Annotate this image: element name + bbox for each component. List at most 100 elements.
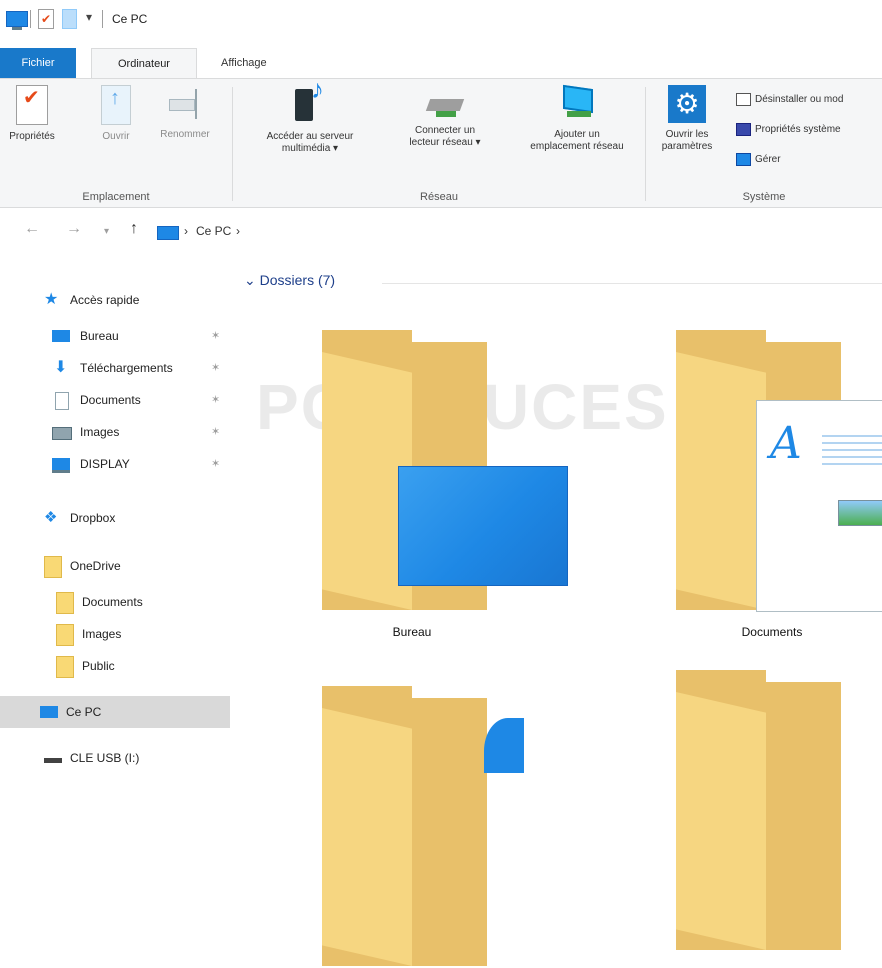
properties-quick-icon[interactable]: ✔ — [38, 9, 54, 29]
sidebar-item-label: Documents — [82, 595, 143, 609]
sidebar-item-label: Dropbox — [70, 511, 116, 525]
folder-front — [322, 708, 412, 966]
open-icon — [101, 85, 131, 125]
uninstall-program-button[interactable]: Désinstaller ou mod — [736, 93, 843, 106]
tab-computer[interactable]: Ordinateur — [91, 48, 197, 78]
sidebar-item-onedrive-public[interactable]: Public — [0, 650, 230, 682]
folder-name[interactable]: Bureau — [362, 625, 462, 639]
folder-item-downloads[interactable] — [322, 686, 492, 968]
sidebar-item-label: Public — [82, 659, 115, 673]
media-server-label-2: multimédia ▾ — [281, 143, 339, 154]
breadcrumb-this-pc[interactable]: Ce PC — [196, 224, 231, 238]
network-location-icon — [557, 85, 597, 123]
ribbon-tabs: Fichier Ordinateur Affichage — [0, 42, 882, 78]
sidebar-item-label: Documents — [80, 393, 141, 407]
add-location-label-1: Ajouter un — [554, 129, 600, 140]
sidebar-item-downloads[interactable]: ⬇ Téléchargements ✶ — [0, 352, 230, 384]
map-drive-label-1: Connecter un — [414, 125, 476, 136]
sidebar-item-label: DISPLAY — [80, 457, 130, 471]
download-icon: ⬇ — [54, 359, 68, 376]
map-network-drive-button[interactable]: Connecter un lecteur réseau ▾ — [383, 85, 507, 149]
tab-view[interactable]: Affichage — [209, 48, 287, 78]
chevron-down-icon: ⌄ — [244, 272, 260, 288]
pin-icon[interactable]: ✶ — [211, 425, 220, 438]
network-group-label: Réseau — [420, 191, 458, 203]
sidebar-item-label: OneDrive — [70, 559, 121, 573]
rename-icon — [167, 85, 203, 123]
display-icon — [52, 458, 70, 473]
sidebar-item-onedrive-images[interactable]: Images — [0, 618, 230, 650]
sidebar-item-label: Téléchargements — [80, 361, 173, 375]
dropbox-icon: ❖ — [44, 509, 58, 526]
add-network-location-button[interactable]: Ajouter un emplacement réseau — [511, 85, 643, 153]
map-drive-label-2: lecteur réseau ▾ — [409, 137, 481, 148]
sidebar-item-label: Images — [82, 627, 122, 641]
sidebar-item-label: Accès rapide — [70, 293, 140, 307]
breadcrumb-separator[interactable]: › — [184, 224, 188, 238]
location-group: Propriétés Ouvrir Renommer Emplacement — [0, 79, 232, 207]
sidebar-item-onedrive-documents[interactable]: Documents — [0, 586, 230, 618]
settings-gear-icon: ⚙ — [668, 85, 706, 123]
up-arrow-icon[interactable]: ↑ — [130, 220, 138, 238]
sidebar-item-display[interactable]: DISPLAY ✶ — [0, 448, 230, 480]
divider — [102, 10, 103, 28]
open-button[interactable]: Ouvrir — [92, 85, 140, 143]
navigation-pane: ★ Accès rapide Bureau ✶ ⬇ Téléchargement… — [0, 252, 234, 773]
back-arrow-icon[interactable]: ← — [24, 220, 40, 238]
system-properties-button[interactable]: Propriétés système — [736, 123, 841, 136]
folder-front — [676, 352, 766, 610]
settings-label-1: Ouvrir les — [665, 129, 709, 140]
folder-front — [676, 692, 766, 950]
open-settings-button[interactable]: ⚙ Ouvrir les paramètres — [646, 85, 728, 153]
recent-dropdown-icon[interactable]: ▾ — [104, 226, 109, 237]
folder-name[interactable]: Documents — [722, 625, 822, 639]
new-folder-quick-icon[interactable] — [62, 9, 77, 29]
pin-icon[interactable]: ✶ — [211, 329, 220, 342]
media-server-icon — [291, 83, 329, 125]
manage-button[interactable]: Gérer — [736, 153, 781, 166]
star-icon: ★ — [44, 291, 59, 308]
uninstall-icon — [736, 93, 751, 106]
folder-icon — [56, 656, 74, 678]
sidebar-item-documents[interactable]: Documents ✶ — [0, 384, 230, 416]
ribbon: Propriétés Ouvrir Renommer Emplacement A… — [0, 78, 882, 208]
title-bar: ✔ ▾ Ce PC — [0, 0, 882, 42]
document-letter-icon: A — [770, 418, 802, 469]
system-properties-label: Propriétés système — [755, 124, 841, 136]
folders-group-header[interactable]: ⌄ Dossiers (7) — [244, 272, 335, 289]
folder-icon — [56, 592, 74, 614]
media-server-label-1: Accéder au serveur — [266, 131, 354, 142]
pin-icon[interactable]: ✶ — [211, 361, 220, 374]
images-icon — [52, 427, 72, 440]
settings-label-2: paramètres — [661, 141, 713, 152]
rename-button[interactable]: Renommer — [148, 85, 222, 141]
sidebar-item-this-pc[interactable]: Ce PC — [0, 696, 230, 728]
folder-item-images[interactable] — [676, 670, 846, 952]
forward-arrow-icon[interactable]: → — [66, 220, 82, 238]
pin-icon[interactable]: ✶ — [211, 457, 220, 470]
media-server-button[interactable]: Accéder au serveur multimédia ▾ — [235, 83, 385, 155]
usb-drive-icon — [44, 758, 62, 763]
this-pc-icon — [40, 706, 58, 718]
divider — [382, 283, 882, 284]
chevron-down-icon[interactable]: ▾ — [86, 10, 92, 24]
sidebar-item-onedrive[interactable]: OneDrive — [0, 550, 230, 582]
sidebar-item-desktop[interactable]: Bureau ✶ — [0, 320, 230, 352]
pin-icon[interactable]: ✶ — [211, 393, 220, 406]
manage-label: Gérer — [755, 154, 781, 166]
rename-label: Renommer — [160, 129, 210, 140]
sidebar-item-quick-access[interactable]: ★ Accès rapide — [0, 284, 230, 316]
sidebar-item-usb[interactable]: CLE USB (I:) — [0, 742, 230, 774]
address-bar: ← → ▾ ↑ › Ce PC › — [0, 208, 882, 252]
sidebar-item-dropbox[interactable]: ❖ Dropbox — [0, 502, 230, 534]
sidebar-item-images[interactable]: Images ✶ — [0, 416, 230, 448]
open-label: Ouvrir — [102, 131, 130, 142]
document-picture-icon — [838, 500, 882, 526]
this-pc-icon — [157, 226, 179, 240]
desktop-icon — [52, 330, 70, 342]
properties-button[interactable]: Propriétés — [6, 85, 58, 143]
tab-file[interactable]: Fichier — [0, 48, 76, 78]
group-header-label: Dossiers (7) — [259, 272, 336, 288]
breadcrumb-separator[interactable]: › — [236, 224, 240, 238]
system-properties-icon — [736, 123, 751, 136]
